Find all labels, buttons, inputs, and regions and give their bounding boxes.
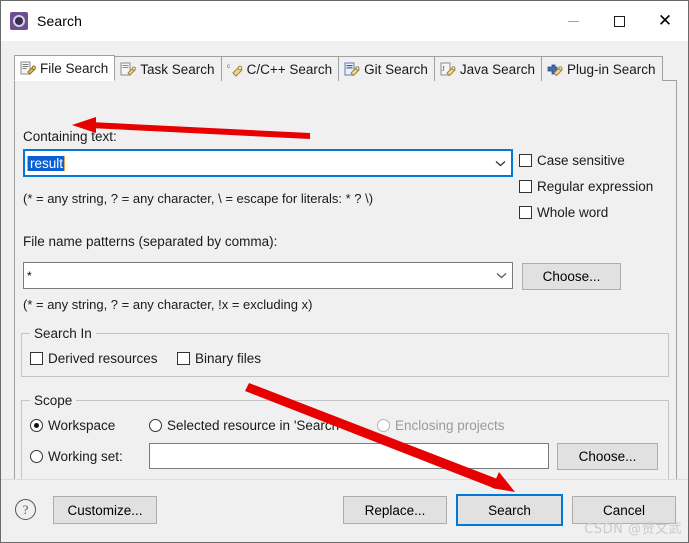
close-button[interactable]: ✕ xyxy=(642,1,688,41)
tab-label: C/C++ Search xyxy=(246,61,333,77)
tab-plugin-search[interactable]: Plug-in Search xyxy=(540,56,663,81)
file-patterns-combo[interactable]: * xyxy=(23,262,513,289)
containing-text-input[interactable]: result xyxy=(25,155,489,171)
radio-circle xyxy=(377,419,390,432)
checkbox-box xyxy=(519,180,532,193)
checkbox-box xyxy=(177,352,190,365)
radio-label: Workspace xyxy=(48,418,116,433)
tabstrip-filler xyxy=(661,55,677,81)
search-in-title: Search In xyxy=(30,326,96,341)
search-button[interactable]: Search xyxy=(456,494,563,526)
working-set-field[interactable] xyxy=(149,443,549,469)
chevron-down-icon[interactable] xyxy=(490,263,512,288)
file-patterns-label: File name patterns (separated by comma): xyxy=(23,234,278,249)
file-search-icon xyxy=(20,61,36,76)
maximize-button[interactable] xyxy=(596,1,642,41)
dialog-body: File Search Task Search c C/C++ Search G… xyxy=(1,41,688,520)
choose-working-set-button[interactable]: Choose... xyxy=(557,443,658,470)
choose-file-patterns-button[interactable]: Choose... xyxy=(522,263,621,290)
file-patterns-input[interactable]: * xyxy=(24,269,490,283)
maximize-icon xyxy=(613,15,625,27)
checkbox-label: Derived resources xyxy=(48,351,158,366)
radio-circle xyxy=(30,450,43,463)
svg-text:c: c xyxy=(227,64,230,70)
search-tabs: File Search Task Search c C/C++ Search G… xyxy=(14,55,677,81)
dialog-button-bar: ? Customize... Replace... Search Cancel … xyxy=(1,479,688,542)
radio-selected-resource[interactable]: Selected resource in 'Search' xyxy=(149,418,342,433)
checkbox-box xyxy=(519,206,532,219)
task-search-icon xyxy=(120,62,137,77)
checkbox-label: Whole word xyxy=(537,205,609,220)
file-patterns-hint: (* = any string, ? = any character, !x =… xyxy=(23,297,313,312)
customize-button[interactable]: Customize... xyxy=(53,496,157,524)
checkbox-label: Regular expression xyxy=(537,179,654,194)
tab-label: Git Search xyxy=(364,61,428,77)
watermark: CSDN @赞文武 xyxy=(584,522,682,537)
tab-java-search[interactable]: J Java Search xyxy=(433,56,542,81)
cpp-search-icon: c xyxy=(227,62,243,77)
checkbox-whole-word[interactable]: Whole word xyxy=(519,205,608,220)
window-controls: ✕ xyxy=(550,1,688,41)
git-search-icon xyxy=(344,62,360,77)
tab-label: Plug-in Search xyxy=(566,61,656,77)
radio-label: Enclosing projects xyxy=(395,418,505,433)
radio-working-set[interactable]: Working set: xyxy=(30,449,123,464)
help-icon[interactable]: ? xyxy=(15,499,36,520)
svg-text:J: J xyxy=(442,65,445,73)
radio-enclosing-projects: Enclosing projects xyxy=(377,418,505,433)
checkbox-binary-files[interactable]: Binary files xyxy=(177,351,261,366)
radio-label: Selected resource in 'Search' xyxy=(167,418,342,433)
checkbox-derived-resources[interactable]: Derived resources xyxy=(30,351,158,366)
replace-button[interactable]: Replace... xyxy=(343,496,447,524)
plugin-search-icon xyxy=(547,62,563,77)
java-search-icon: J xyxy=(440,62,456,77)
tab-git-search[interactable]: Git Search xyxy=(338,56,435,81)
radio-circle xyxy=(149,419,162,432)
radio-workspace[interactable]: Workspace xyxy=(30,418,115,433)
tab-task-search[interactable]: Task Search xyxy=(114,56,222,81)
tab-label: Java Search xyxy=(459,61,535,77)
tab-file-search[interactable]: File Search xyxy=(14,55,116,81)
search-dialog-window: Search ✕ File Search Task Search c C/C++… xyxy=(0,0,689,543)
checkbox-label: Case sensitive xyxy=(537,153,625,168)
radio-circle xyxy=(30,419,43,432)
minimize-icon xyxy=(567,20,579,22)
containing-text-label: Containing text: xyxy=(23,129,117,144)
checkbox-box xyxy=(519,154,532,167)
containing-text-hint: (* = any string, ? = any character, \ = … xyxy=(23,191,374,206)
minimize-button[interactable] xyxy=(550,1,596,41)
checkbox-regular-expression[interactable]: Regular expression xyxy=(519,179,653,194)
radio-label: Working set: xyxy=(48,449,123,464)
scope-title: Scope xyxy=(30,393,77,408)
title-bar: Search ✕ xyxy=(1,1,688,41)
containing-text-value: result xyxy=(26,155,66,171)
tab-cpp-search[interactable]: c C/C++ Search xyxy=(220,56,340,81)
tab-label: File Search xyxy=(40,60,109,76)
checkbox-box xyxy=(30,352,43,365)
checkbox-case-sensitive[interactable]: Case sensitive xyxy=(519,153,625,168)
tab-label: Task Search xyxy=(140,61,215,77)
search-app-icon xyxy=(10,12,28,30)
containing-text-combo[interactable]: result xyxy=(23,149,513,177)
close-icon: ✕ xyxy=(657,10,673,31)
window-title: Search xyxy=(37,13,82,29)
checkbox-label: Binary files xyxy=(195,351,262,366)
chevron-down-icon[interactable] xyxy=(489,151,511,175)
